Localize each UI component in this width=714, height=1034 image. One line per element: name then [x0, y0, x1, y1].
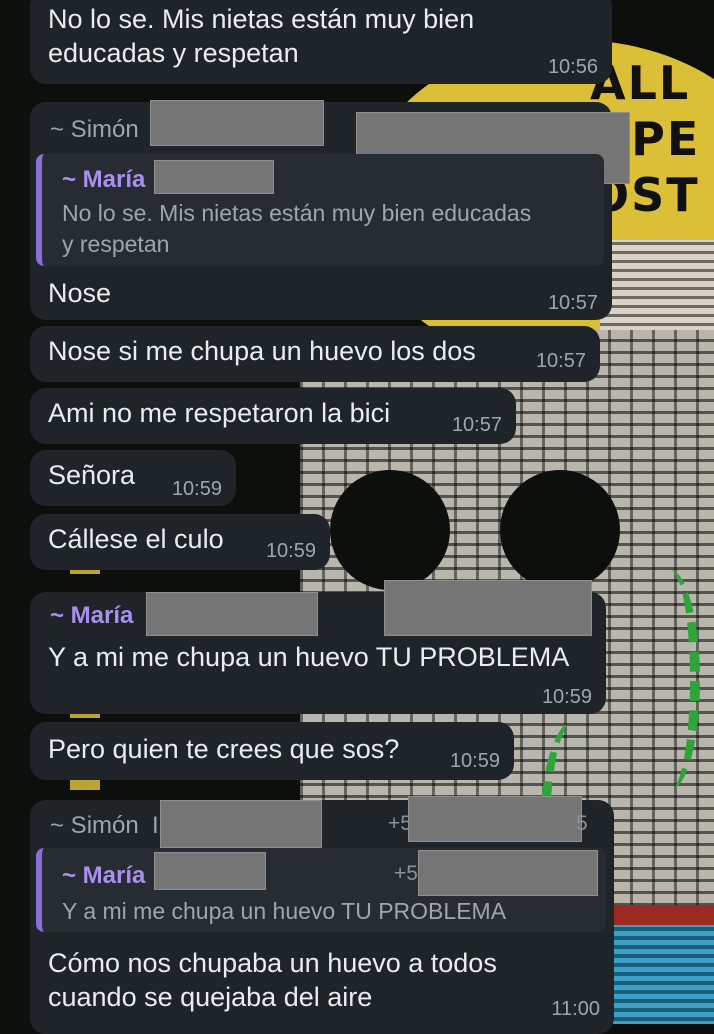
- message-text: No lo se. Mis nietas están muy bien: [48, 4, 475, 34]
- redacted-box: [160, 800, 322, 848]
- wallpaper-vine: [640, 570, 700, 790]
- message-bubble[interactable]: Nose si me chupa un huevo los dos 10:57: [30, 326, 600, 382]
- message-time: 10:56: [547, 56, 598, 78]
- message-text: educadas y respetan: [48, 38, 299, 68]
- redacted-box: [154, 160, 274, 194]
- message-text: Y a mi me chupa un huevo TU PROBLEMA: [48, 642, 570, 672]
- quote-sender-name: ~ María: [62, 166, 146, 193]
- message-bubble[interactable]: Pero quien te crees que sos? 10:59: [30, 722, 514, 780]
- quote-text: Y a mi me chupa un huevo TU PROBLEMA: [62, 898, 507, 924]
- message-bubble[interactable]: Señora 10:59: [30, 450, 236, 506]
- message-bubble[interactable]: ~ Simón ~ María No lo se. Mis nietas est…: [30, 100, 630, 320]
- quote-sender-name: ~ María: [62, 862, 146, 889]
- message-bubble[interactable]: ~ María Y a mi me chupa un huevo TU PROB…: [30, 580, 606, 714]
- wallpaper-water: [600, 925, 714, 1024]
- quote-text: y respetan: [62, 231, 170, 257]
- redacted-box: [154, 852, 266, 890]
- message-text: Señora: [48, 460, 136, 490]
- sender-name[interactable]: ~ Simón: [50, 812, 139, 840]
- message-text: Nose: [48, 278, 112, 308]
- sender-name-fragment: I: [152, 812, 159, 839]
- phone-number-fragment: 5: [576, 812, 588, 835]
- redacted-box: [150, 100, 324, 146]
- message-time: 10:57: [451, 414, 502, 436]
- wallpaper-skull-eye: [500, 470, 620, 590]
- sender-name[interactable]: ~ María: [50, 602, 133, 630]
- sender-name[interactable]: ~ Simón: [50, 116, 139, 144]
- reply-quote[interactable]: ~ María No lo se. Mis nietas están muy b…: [36, 154, 604, 266]
- message-time: 10:59: [449, 750, 500, 772]
- message-text: Ami no me respetaron la bici: [48, 398, 391, 428]
- message-bubble[interactable]: Cállese el culo 10:59: [30, 514, 330, 570]
- message-bubble[interactable]: ~ Simón I +5 5 ~ María +5 Y a mi me chup…: [30, 796, 614, 1034]
- redacted-box: [418, 850, 598, 896]
- reply-quote[interactable]: ~ María +5 Y a mi me chupa un huevo TU P…: [36, 848, 606, 932]
- message-time: 10:57: [547, 292, 598, 314]
- wallpaper-skull-eye: [330, 470, 450, 590]
- message-time: 10:59: [171, 478, 222, 500]
- quote-text: No lo se. Mis nietas están muy bien educ…: [62, 200, 532, 226]
- message-bubble[interactable]: Ami no me respetaron la bici 10:57: [30, 388, 516, 444]
- message-text: Pero quien te crees que sos?: [48, 734, 400, 764]
- phone-number-fragment: +5: [394, 862, 418, 885]
- message-time: 11:00: [551, 998, 600, 1020]
- message-text: Cómo nos chupaba un huevo a todos: [48, 948, 497, 978]
- message-time: 10:57: [535, 350, 586, 372]
- redacted-box: [384, 580, 592, 636]
- message-text: cuando se quejaba del aire: [48, 982, 373, 1012]
- message-text: Cállese el culo: [48, 524, 224, 554]
- redacted-box: [408, 796, 582, 842]
- message-time: 10:59: [265, 540, 316, 562]
- message-time: 10:59: [541, 686, 592, 708]
- redacted-box: [146, 592, 318, 636]
- message-bubble[interactable]: No lo se. Mis nietas están muy bien educ…: [30, 0, 612, 84]
- message-text: Nose si me chupa un huevo los dos: [48, 336, 476, 366]
